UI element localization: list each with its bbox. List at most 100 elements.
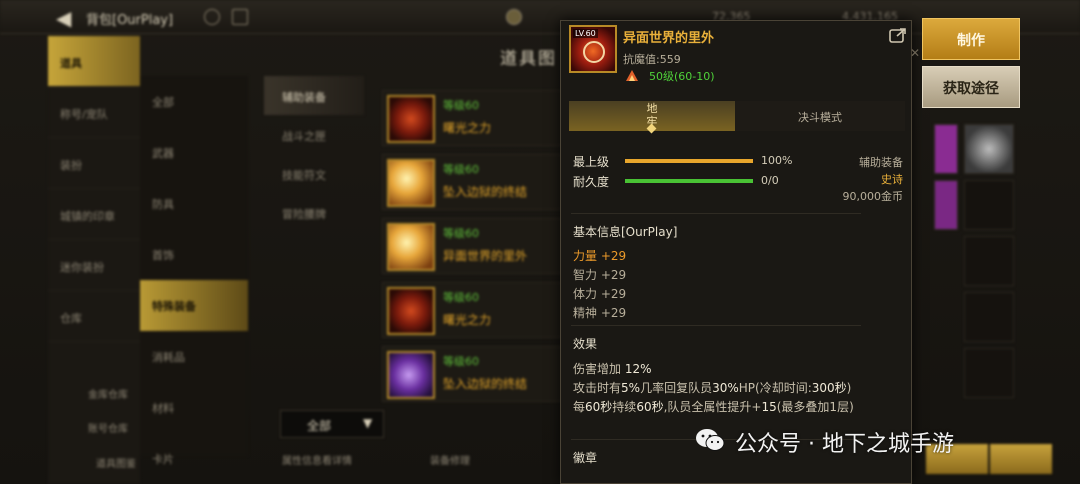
effect-value: 15 — [761, 400, 777, 414]
item-name: 坠入边狱的终结 — [443, 377, 528, 391]
category-card[interactable]: 卡片 — [140, 433, 248, 484]
effect-line-3: 每60秒持续60秒,队员全属性提升+15(最多叠加1层) — [573, 398, 854, 415]
menu-item-mini-avatar[interactable]: 迷你装扮 — [48, 240, 140, 291]
inventory-slot[interactable] — [964, 124, 1014, 174]
menu-item-avatar[interactable]: 装扮 — [48, 138, 140, 189]
menu-item-seal[interactable]: 城镇的印章 — [48, 189, 140, 240]
category-consumable[interactable]: 消耗品 — [140, 331, 248, 382]
background-ui: ◀ 背包[OurPlay] 72,365 4,431,165 道具 称号/宠队 … — [0, 0, 1080, 484]
item-level: 等级60 — [443, 355, 479, 368]
divider — [571, 213, 861, 214]
effect-line-1: 伤害增加 12% — [573, 360, 652, 377]
durability-value: 0/0 — [761, 174, 779, 187]
stat-strength: 力量 +29 — [573, 249, 627, 263]
effect-value: 60秒 — [636, 400, 664, 414]
divider — [571, 325, 861, 326]
subcategory-battle-box[interactable]: 战斗之匣 — [264, 115, 364, 154]
red-orb-icon — [387, 95, 435, 143]
list-item[interactable]: 等级60 坠入边狱的终结 — [382, 154, 562, 210]
category-material[interactable]: 材料 — [140, 382, 248, 433]
inventory-slot[interactable] — [964, 348, 1014, 398]
resist-value: 抗魔值:559 — [623, 53, 681, 66]
tab-duel[interactable]: 决斗模式 — [735, 101, 905, 131]
inventory-slot[interactable] — [964, 236, 1014, 286]
gold-flame-icon — [387, 159, 435, 207]
menu-item-title[interactable]: 称号/宠队 — [48, 87, 140, 138]
effect-text: 伤害增加 — [573, 362, 625, 376]
top-bar: ◀ 背包[OurPlay] 72,365 4,431,165 — [0, 0, 1080, 34]
item-level: 等级60 — [443, 227, 479, 240]
item-name: 曙光之力 — [443, 313, 492, 327]
effect-value: 5% — [621, 381, 641, 395]
durability-bar — [625, 179, 753, 183]
close-icon[interactable]: ✕ — [910, 46, 920, 60]
list-item[interactable]: 等级60 坠入边狱的终结 — [382, 346, 562, 402]
item-level: 等级60 — [443, 291, 479, 304]
tab-dungeon[interactable]: 地牢 — [569, 101, 735, 134]
vault-link[interactable]: 金库仓库 — [88, 386, 128, 401]
left-menu: 道具 称号/宠队 装扮 城镇的印章 迷你装扮 仓库 — [48, 36, 140, 484]
stat-vitality: 体力 +29 — [573, 287, 627, 301]
effect-line-2: 攻击时有5%几率回复队员30%HP(冷却时间:300秒) — [573, 379, 851, 396]
purple-rift-icon — [387, 351, 435, 399]
durability-label: 耐久度 — [573, 175, 610, 189]
bottom-gold-button[interactable] — [990, 444, 1052, 474]
item-price: 90,000金币 — [842, 190, 904, 203]
effect-text: 几率回复队员 — [640, 381, 713, 395]
category-all[interactable]: 全部 — [140, 76, 248, 127]
item-name: 曙光之力 — [443, 121, 492, 135]
item-codex-link[interactable]: 道具图鉴 — [96, 455, 136, 470]
inventory-slot[interactable] — [964, 180, 1014, 230]
grade-bar-fill — [625, 159, 753, 163]
gold-flame-icon — [387, 223, 435, 271]
filter-dropdown[interactable]: 全部 ▼ — [280, 410, 384, 438]
account-storage-link[interactable]: 账号仓库 — [88, 420, 128, 435]
category-armor[interactable]: 防具 — [140, 178, 248, 229]
category-accessory[interactable]: 首饰 — [140, 229, 248, 280]
item-tooltip: LV.60 异面世界的里外 抗魔值:559 50级(60-10) 地牢 决斗模式… — [560, 20, 912, 484]
subcategory-column: 辅助装备 战斗之匣 技能符文 冒险腰牌 — [264, 76, 364, 236]
make-button[interactable]: 制作 — [922, 18, 1020, 60]
list-item[interactable]: 等级60 异面世界的里外 — [382, 218, 562, 274]
item-name: 异面世界的里外 — [443, 249, 528, 263]
share-icon[interactable] — [889, 27, 907, 43]
subcategory-skill-rune[interactable]: 技能符文 — [264, 154, 364, 193]
inventory-slot[interactable] — [934, 180, 958, 230]
item-level: 等级60 — [443, 163, 479, 176]
effect-text: 攻击时有 — [573, 381, 622, 395]
sort-icon[interactable] — [232, 9, 248, 25]
detail-info-link[interactable]: 属性信息看详情 — [282, 452, 352, 467]
inventory-slot[interactable] — [964, 292, 1014, 342]
subcategory-support[interactable]: 辅助装备 — [264, 76, 364, 115]
category-special[interactable]: 特殊装备 — [140, 280, 248, 331]
inventory-slot[interactable] — [934, 124, 958, 174]
stat-intelligence: 智力 +29 — [573, 268, 627, 282]
level-fire-icon — [626, 70, 638, 81]
category-weapon[interactable]: 武器 — [140, 127, 248, 178]
effect-title: 效果 — [573, 337, 598, 351]
emblem-title: 徽章 — [573, 451, 598, 465]
settings-icon[interactable] — [204, 9, 220, 25]
list-item[interactable]: 等级60 曙光之力 — [382, 90, 562, 146]
effect-value: 60秒 — [585, 400, 613, 414]
ring-icon — [583, 41, 605, 63]
stat-spirit: 精神 +29 — [573, 306, 627, 320]
menu-item-storage[interactable]: 仓库 — [48, 291, 140, 342]
repair-button[interactable]: 装备修理 — [430, 452, 470, 467]
level-requirement: 50级(60-10) — [649, 70, 715, 83]
item-name: 坠入边狱的终结 — [443, 185, 528, 199]
filter-label: 全部 — [307, 419, 332, 433]
list-item[interactable]: 等级60 曙光之力 — [382, 282, 562, 338]
basic-info-title: 基本信息[OurPlay] — [573, 225, 678, 239]
item-rarity: 史诗 — [881, 173, 903, 186]
grade-label: 最上级 — [573, 155, 610, 169]
subcategory-adventure-badge[interactable]: 冒险腰牌 — [264, 193, 364, 232]
grade-value: 100% — [761, 154, 793, 167]
get-route-button[interactable]: 获取途径 — [922, 66, 1020, 108]
menu-item-items[interactable]: 道具 — [48, 36, 140, 87]
wechat-icon — [696, 429, 725, 451]
back-arrow-icon[interactable]: ◀ — [56, 6, 71, 30]
watermark-text: 公众号 · 地下之城手游 — [735, 432, 954, 457]
item-type: 辅助装备 — [859, 156, 903, 169]
effect-value: 300秒 — [811, 381, 847, 395]
